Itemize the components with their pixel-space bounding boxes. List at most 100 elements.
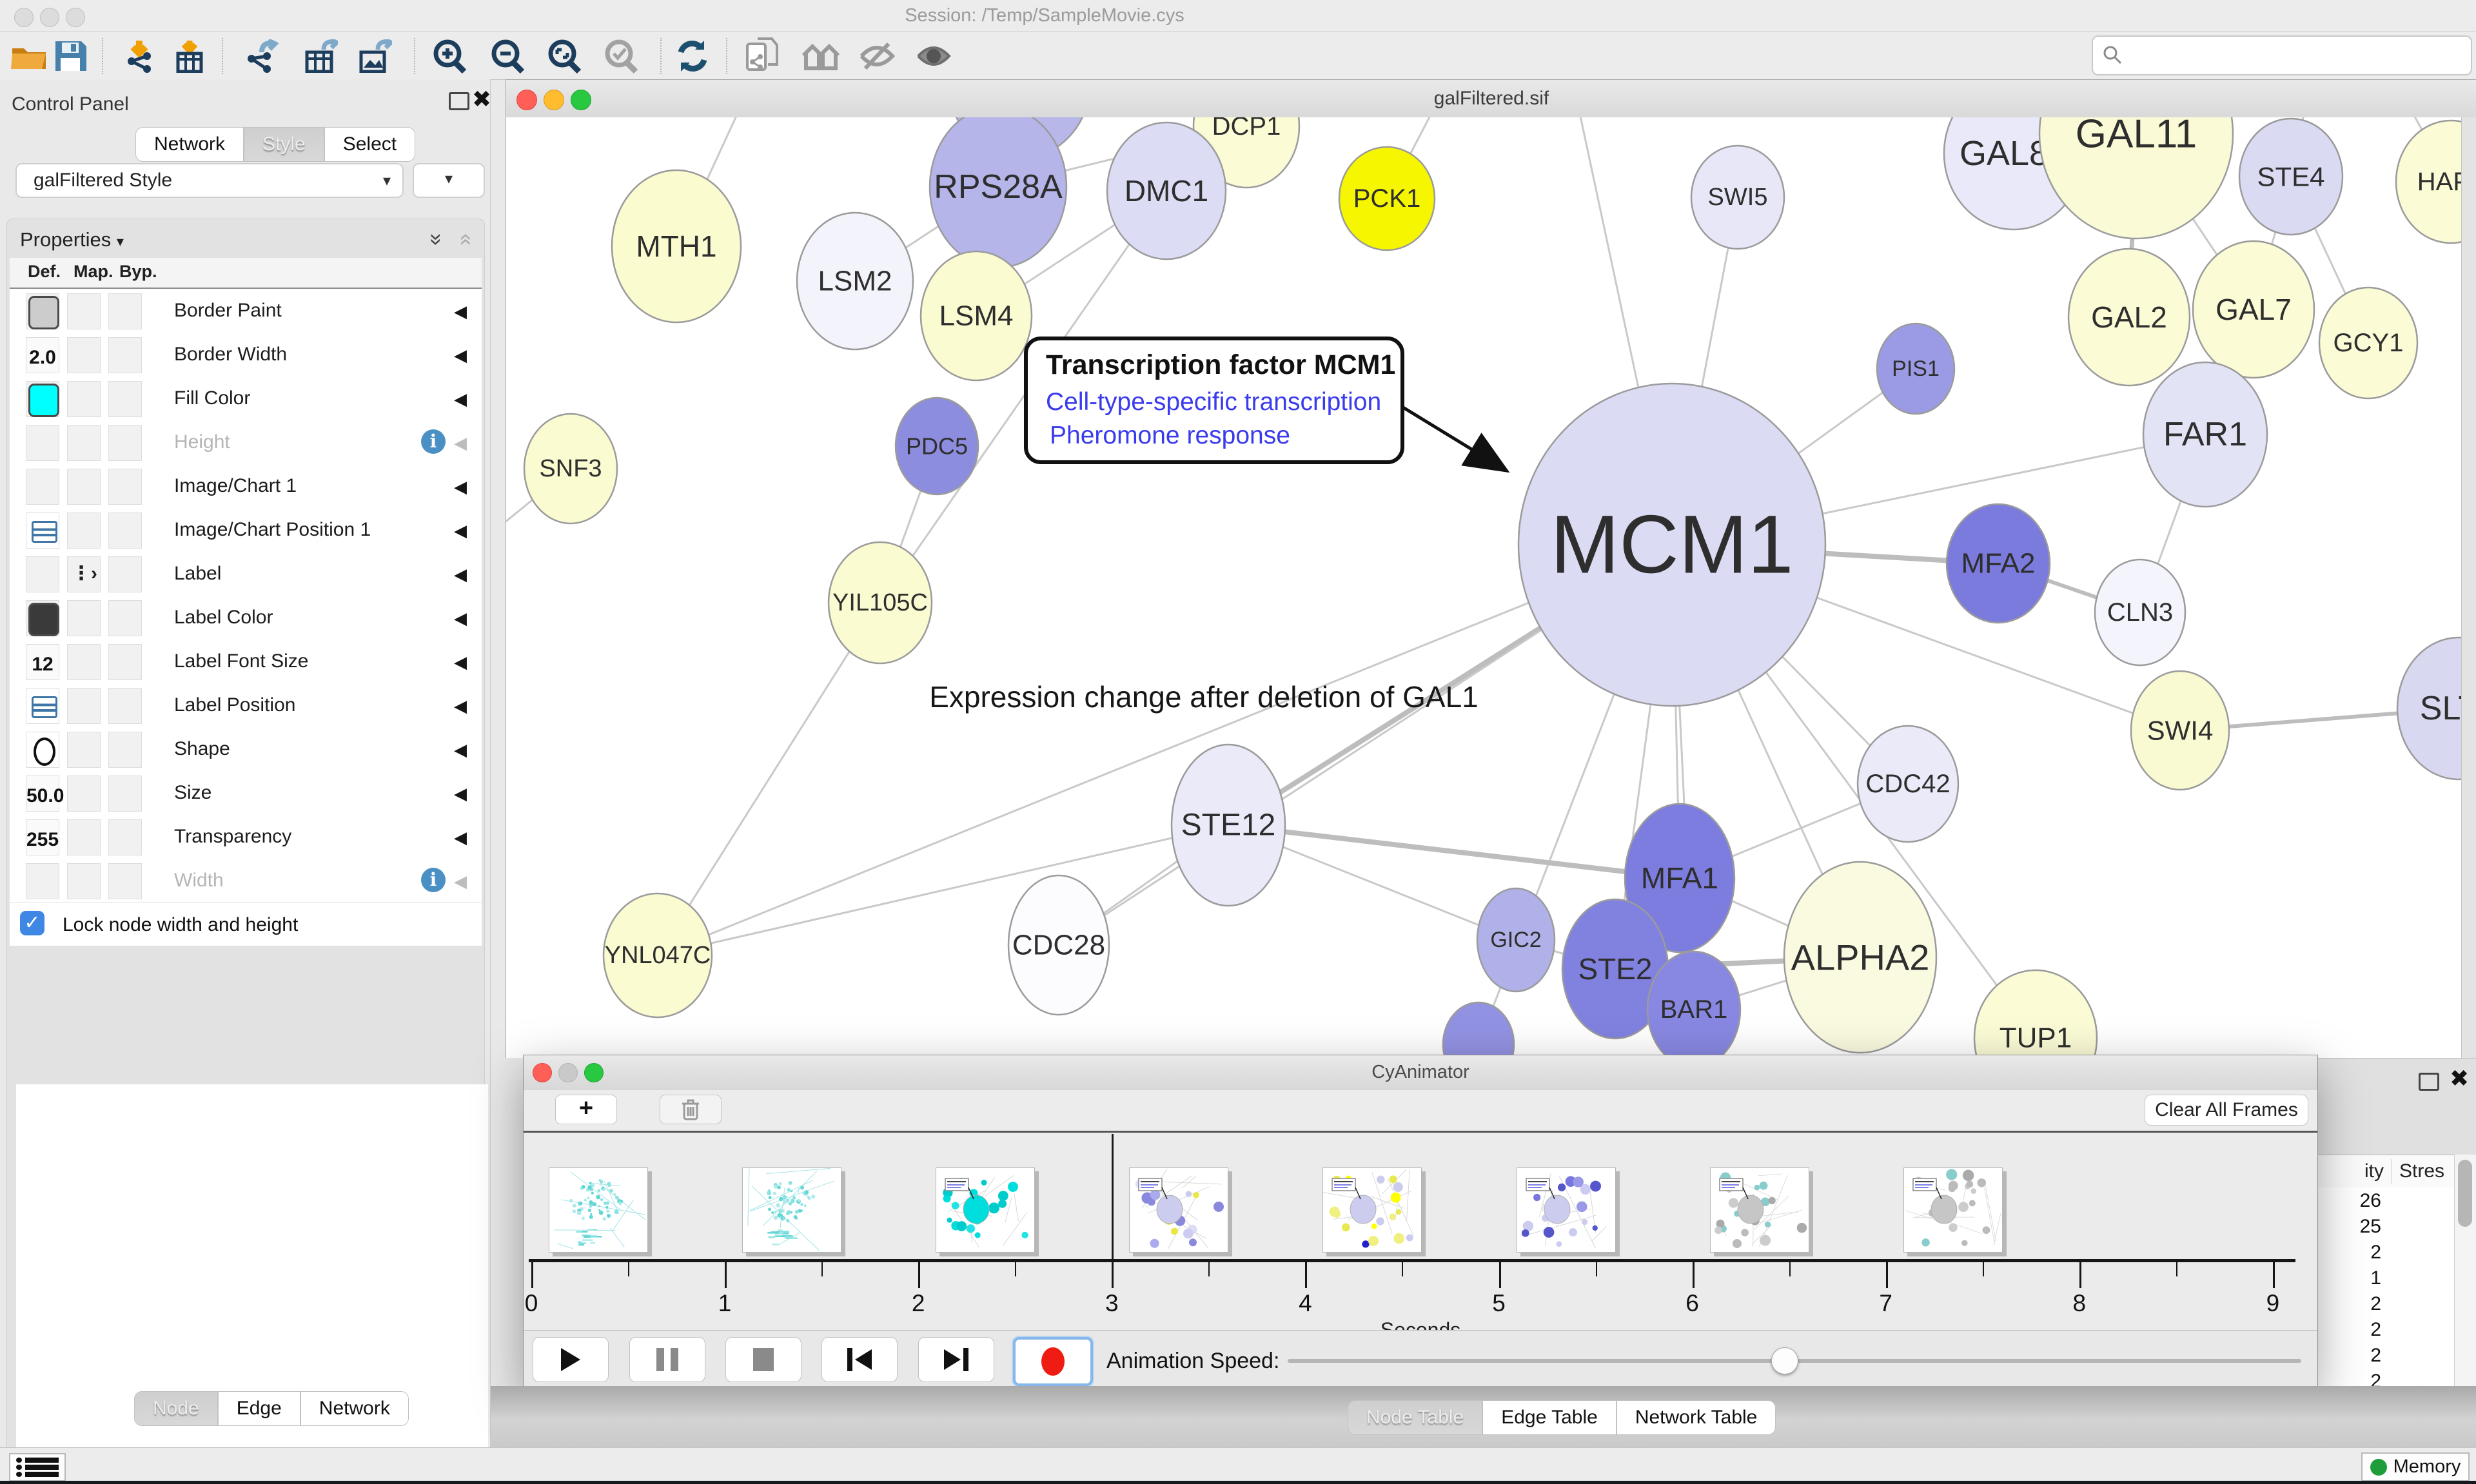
def-cell[interactable]: 12 <box>26 644 59 680</box>
frame-thumbnail-6[interactable] <box>1710 1167 1809 1253</box>
expand-row-arrow[interactable]: ◀ <box>454 609 467 629</box>
default-value[interactable]: 50.0 <box>26 785 59 807</box>
map-cell[interactable] <box>67 732 101 768</box>
expand-row-arrow[interactable]: ◀ <box>454 477 467 497</box>
export-table-icon[interactable] <box>300 41 339 72</box>
network-node-bar1[interactable]: BAR1 <box>1647 952 1740 1058</box>
close-panel-icon[interactable]: ✖ <box>472 90 491 109</box>
frame-thumbnail-0[interactable] <box>549 1167 648 1253</box>
def-cell[interactable]: 50.0 <box>26 776 59 812</box>
table-row[interactable]: 1 <box>2317 1265 2454 1291</box>
property-row-border-paint[interactable]: Border Paint◀ <box>10 289 482 333</box>
map-cell[interactable] <box>67 644 101 680</box>
property-row-image-chart-1[interactable]: Image/Chart 1◀ <box>10 464 482 509</box>
property-row-image-chart-position-1[interactable]: Image/Chart Position 1◀ <box>10 508 482 552</box>
tab-edge[interactable]: Edge <box>218 1391 300 1426</box>
expand-row-arrow[interactable]: ◀ <box>454 740 467 760</box>
network-node-mcm1[interactable]: MCM1 <box>1518 384 1825 706</box>
table-row[interactable]: 2 <box>2317 1316 2454 1342</box>
tab-select[interactable]: Select <box>324 127 415 162</box>
export-image-icon[interactable] <box>355 41 393 72</box>
map-cell[interactable] <box>67 425 101 461</box>
expand-row-arrow[interactable]: ◀ <box>454 872 467 892</box>
network-node-lsm2[interactable]: LSM2 <box>797 213 913 349</box>
show-details-icon[interactable] <box>914 41 953 72</box>
map-cell[interactable]: ⋮› <box>67 556 101 592</box>
map-cell[interactable] <box>67 513 101 549</box>
info-icon[interactable]: i <box>421 429 446 454</box>
expand-row-arrow[interactable]: ◀ <box>454 565 467 585</box>
byp-cell[interactable] <box>108 600 142 636</box>
export-network-icon[interactable] <box>241 41 280 72</box>
network-node-pck1[interactable]: PCK1 <box>1339 147 1435 250</box>
style-selector[interactable]: galFiltered Style ▾ <box>15 163 404 198</box>
byp-cell[interactable] <box>108 469 142 505</box>
info-icon[interactable]: i <box>421 868 446 892</box>
network-node-cdc42[interactable]: CDC42 <box>1858 726 1958 842</box>
minimize-window-icon[interactable] <box>40 8 59 27</box>
zoom-selected-icon[interactable] <box>602 41 641 72</box>
byp-cell[interactable] <box>108 556 142 592</box>
network-node-pdc5[interactable]: PDC5 <box>896 398 978 494</box>
expand-all-icon[interactable]: » <box>430 227 442 252</box>
frame-thumbnail-2[interactable] <box>936 1167 1035 1253</box>
property-row-label-color[interactable]: Label Color◀ <box>10 596 482 640</box>
close-table-icon[interactable]: ✖ <box>2450 1069 2469 1088</box>
lock-size-checkbox[interactable]: ✓ <box>20 911 44 935</box>
map-cell[interactable] <box>67 819 101 855</box>
def-cell[interactable] <box>26 688 59 724</box>
import-table-icon[interactable] <box>170 41 209 72</box>
byp-cell[interactable] <box>108 425 142 461</box>
expand-row-arrow[interactable]: ◀ <box>454 696 467 716</box>
tab-network-table[interactable]: Network Table <box>1616 1400 1776 1435</box>
network-node-nx1[interactable] <box>1443 1002 1514 1058</box>
table-header[interactable]: ity Stres <box>2317 1155 2454 1188</box>
property-row-label-font-size[interactable]: 12Label Font Size◀ <box>10 639 482 684</box>
home-views-icon[interactable] <box>801 41 840 72</box>
network-node-yil105c[interactable]: YIL105C <box>829 542 932 663</box>
expand-row-arrow[interactable]: ◀ <box>454 521 467 541</box>
tab-edge-table[interactable]: Edge Table <box>1482 1400 1616 1435</box>
properties-header[interactable]: Properties ▾ <box>20 228 124 251</box>
color-swatch[interactable] <box>28 296 59 329</box>
network-node-rps28a[interactable]: RPS28A <box>930 117 1066 268</box>
byp-cell[interactable] <box>108 776 142 812</box>
network-node-mth1[interactable]: MTH1 <box>612 170 741 322</box>
float-panel-icon[interactable] <box>449 92 469 110</box>
map-cell[interactable] <box>67 469 101 505</box>
table-row[interactable]: 2 <box>2317 1239 2454 1265</box>
byp-cell[interactable] <box>108 688 142 724</box>
import-network-icon[interactable] <box>120 41 159 72</box>
task-history-button[interactable] <box>9 1453 66 1481</box>
annotation-link-1[interactable]: Cell-type-specific transcription <box>1046 388 1381 416</box>
network-node-cdc28[interactable]: CDC28 <box>1008 875 1109 1015</box>
hide-details-icon[interactable] <box>858 41 896 72</box>
network-node-snf3[interactable]: SNF3 <box>524 414 617 523</box>
def-cell[interactable]: 2.0 <box>26 337 59 373</box>
def-cell[interactable] <box>26 381 59 417</box>
map-cell[interactable] <box>67 381 101 417</box>
cyanimator-titlebar[interactable]: CyAnimator <box>524 1055 2317 1089</box>
network-node-swi5[interactable]: SWI5 <box>1691 146 1784 249</box>
default-value[interactable]: 2.0 <box>26 347 59 369</box>
def-cell[interactable] <box>26 600 59 636</box>
def-cell[interactable]: 255 <box>26 819 59 855</box>
property-row-label[interactable]: ⋮›Label◀ <box>10 552 482 596</box>
network-node-pis1[interactable]: PIS1 <box>1877 324 1954 414</box>
network-node-cln3[interactable]: CLN3 <box>2095 560 2185 665</box>
byp-cell[interactable] <box>108 381 142 417</box>
default-value[interactable]: 12 <box>26 654 59 676</box>
network-canvas[interactable]: RPS28BDCP1PCK1SWI5GAL80GAL11STE4HAP2RPS2… <box>506 117 2476 1058</box>
previous-frame-button[interactable] <box>821 1337 898 1382</box>
property-row-width[interactable]: Widthi◀ <box>10 859 482 903</box>
zoom-in-icon[interactable] <box>431 41 469 72</box>
network-node-gal11[interactable]: GAL11 <box>2039 117 2233 239</box>
table-row[interactable]: 2 <box>2317 1291 2454 1316</box>
byp-cell[interactable] <box>108 732 142 768</box>
network-node-gal2[interactable]: GAL2 <box>2068 249 2190 386</box>
stop-button[interactable] <box>725 1337 801 1382</box>
style-options-button[interactable]: ▾ <box>413 163 485 198</box>
clear-all-frames-button[interactable]: Clear All Frames <box>2145 1095 2308 1126</box>
expand-row-arrow[interactable]: ◀ <box>454 346 467 366</box>
property-row-height[interactable]: Heighti◀ <box>10 420 482 465</box>
